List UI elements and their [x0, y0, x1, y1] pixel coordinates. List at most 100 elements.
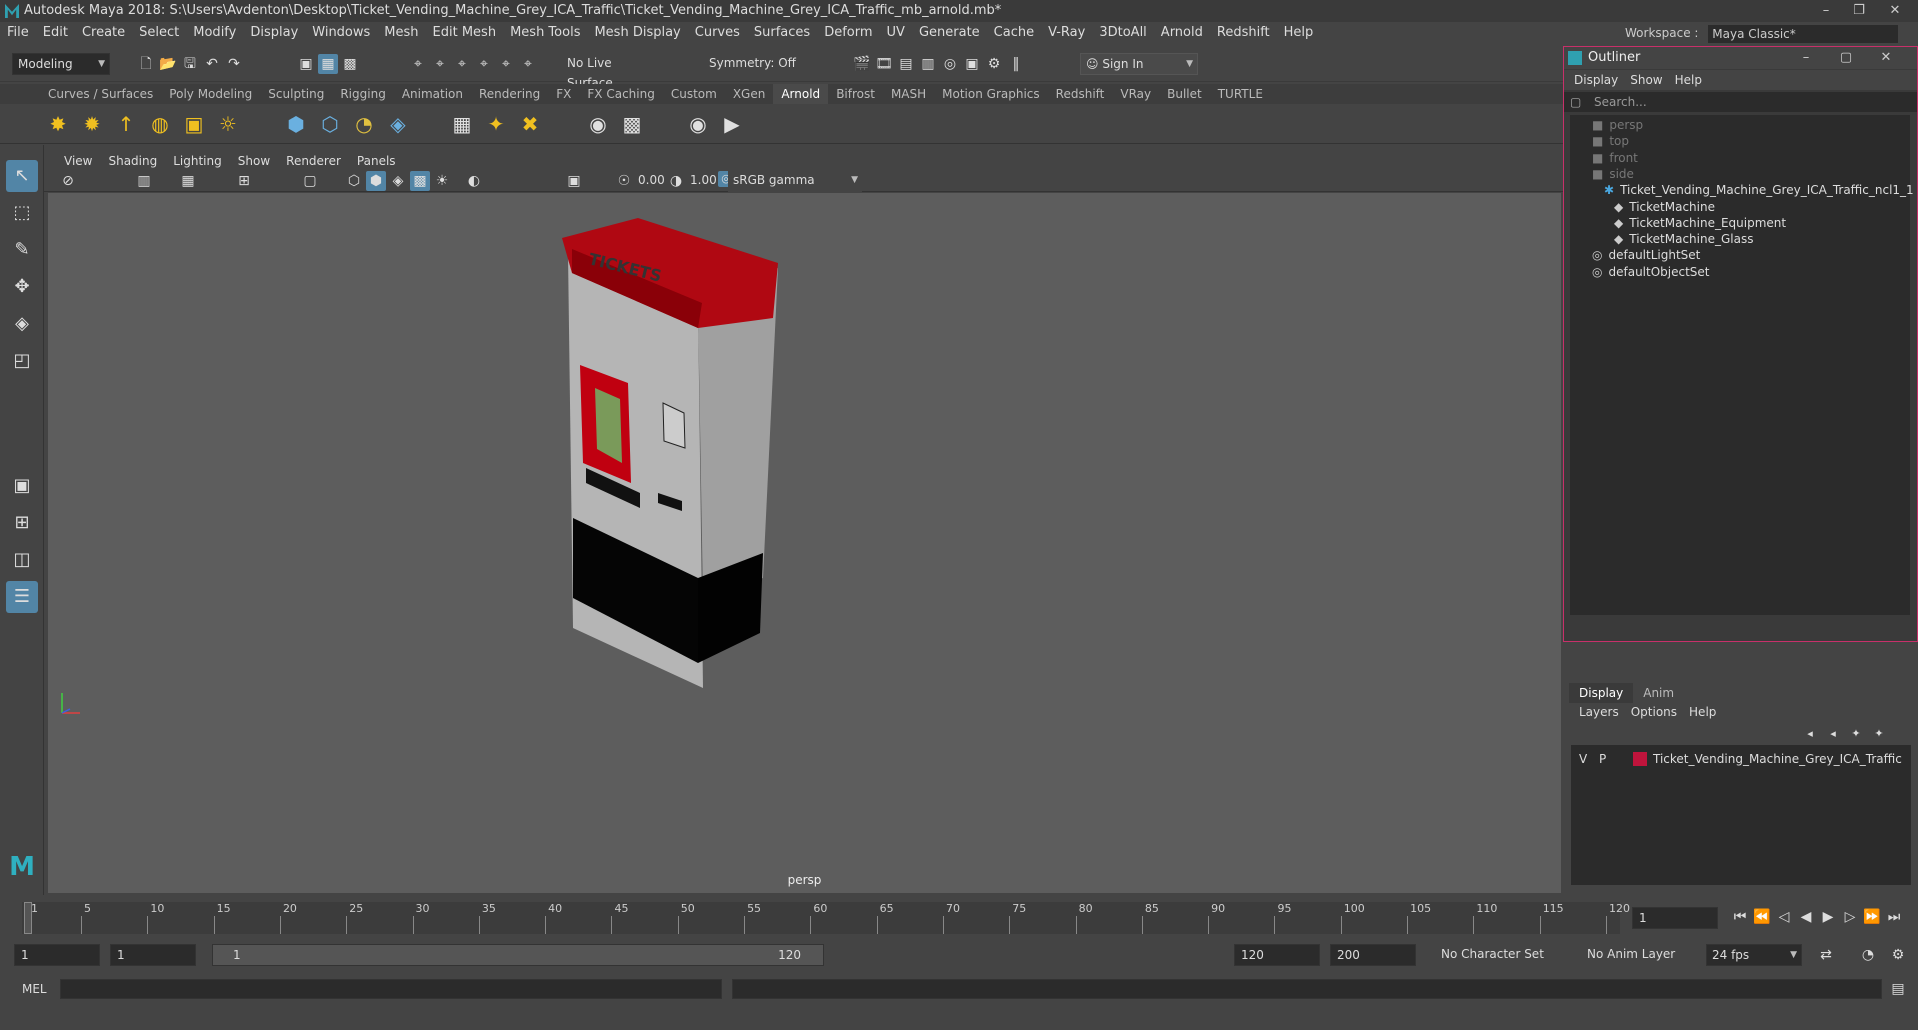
- layer-menu-help[interactable]: Help: [1683, 703, 1722, 721]
- render-frame-icon[interactable]: 🎬: [852, 54, 872, 74]
- panel-menu-shading[interactable]: Shading: [100, 152, 165, 170]
- pause-icon[interactable]: ‖: [1006, 54, 1026, 74]
- render-sequence-icon[interactable]: 🎞: [874, 54, 894, 74]
- shelf-tab-bullet[interactable]: Bullet: [1159, 84, 1210, 104]
- layer-tab-display[interactable]: Display: [1569, 683, 1634, 703]
- viewport-persp[interactable]: TICKETS persp: [48, 193, 1561, 893]
- shelf-tab-custom[interactable]: Custom: [663, 84, 725, 104]
- layer-menu-layers[interactable]: Layers: [1573, 703, 1625, 721]
- area-light-icon[interactable]: ✸: [44, 110, 72, 138]
- menu-deform[interactable]: Deform: [817, 22, 879, 44]
- menu-surfaces[interactable]: Surfaces: [747, 22, 817, 44]
- minimize-icon[interactable]: –: [1786, 47, 1826, 69]
- shelf-tab-vray[interactable]: VRay: [1112, 84, 1159, 104]
- menu-redshift[interactable]: Redshift: [1210, 22, 1277, 44]
- color-space-dropdown[interactable]: sRGB gamma ▼: [728, 170, 862, 192]
- mode-dropdown[interactable]: Modeling ▼: [12, 53, 110, 75]
- volume-icon[interactable]: ◈: [384, 110, 412, 138]
- command-input[interactable]: [60, 979, 722, 999]
- script-language-toggle[interactable]: MEL: [22, 982, 47, 996]
- menu-curves[interactable]: Curves: [688, 22, 747, 44]
- two-view-icon[interactable]: ◫: [6, 544, 38, 576]
- shadows-icon[interactable]: ◐: [464, 171, 484, 191]
- step-back-frame-icon[interactable]: ◁: [1774, 907, 1794, 927]
- camera-bookmark-icon[interactable]: ▥: [134, 171, 154, 191]
- exposure-field[interactable]: 0.00: [638, 173, 665, 187]
- step-forward-key-icon[interactable]: ⏩: [1862, 907, 1882, 927]
- shelf-tab-redshift[interactable]: Redshift: [1048, 84, 1113, 104]
- select-component-icon[interactable]: ▩: [340, 54, 360, 74]
- hypershade-icon[interactable]: ◎: [940, 54, 960, 74]
- layer-tab-anim[interactable]: Anim: [1633, 683, 1684, 703]
- open-scene-icon[interactable]: 📂: [158, 54, 178, 74]
- live-surface-field[interactable]: No Live Surface: [562, 53, 660, 90]
- shelf-tab-turtle[interactable]: TURTLE: [1210, 84, 1271, 104]
- step-forward-frame-icon[interactable]: ▷: [1840, 907, 1860, 927]
- physical-sky-icon[interactable]: ☼: [214, 110, 242, 138]
- layer-row[interactable]: V P Ticket_Vending_Machine_Grey_ICA_Traf…: [1579, 749, 1909, 769]
- panel-menu-panels[interactable]: Panels: [349, 152, 404, 170]
- shelf-tab-fx-caching[interactable]: FX Caching: [579, 84, 662, 104]
- maximize-icon[interactable]: ▢: [1826, 47, 1866, 69]
- menu-file[interactable]: File: [0, 22, 36, 44]
- shelf-tab-fx[interactable]: FX: [548, 84, 579, 104]
- shelf-tab-arnold[interactable]: Arnold: [773, 84, 829, 104]
- current-frame-marker[interactable]: [24, 902, 32, 934]
- render-view-shelf-icon[interactable]: ◉: [684, 110, 712, 138]
- outliner-list[interactable]: ■ persp ■ top ■ front ■ side ✱ Ticket_Vending_Mac…: [1570, 115, 1914, 615]
- wireframe-icon[interactable]: ⬡: [344, 171, 364, 191]
- current-frame-field[interactable]: 1: [1632, 907, 1718, 929]
- shelf-tab-curves-surfaces[interactable]: Curves / Surfaces: [40, 84, 161, 104]
- smooth-shade-icon[interactable]: ⬢: [366, 171, 386, 191]
- layer-name[interactable]: Ticket_Vending_Machine_Grey_ICA_Traffic: [1653, 749, 1902, 769]
- shelf-tab-mash[interactable]: MASH: [883, 84, 934, 104]
- outliner-search-input[interactable]: ▢ Search...: [1564, 92, 1917, 112]
- menu-select[interactable]: Select: [132, 22, 186, 44]
- outliner-menu-help[interactable]: Help: [1669, 70, 1708, 90]
- menu-3dtoall[interactable]: 3DtoAll: [1092, 22, 1153, 44]
- step-back-key-icon[interactable]: ⏪: [1752, 907, 1772, 927]
- save-scene-icon[interactable]: 🖫: [180, 54, 200, 74]
- shelf-tab-bifrost[interactable]: Bifrost: [828, 84, 883, 104]
- move-layer-down-icon[interactable]: ◂: [1823, 724, 1843, 744]
- photometric-light-icon[interactable]: ↑: [112, 110, 140, 138]
- exposure-icon[interactable]: ☉: [614, 171, 634, 191]
- textured-icon[interactable]: ▩: [410, 171, 430, 191]
- menu-mesh-display[interactable]: Mesh Display: [587, 22, 687, 44]
- menu-create[interactable]: Create: [75, 22, 132, 44]
- panel-menu-show[interactable]: Show: [230, 152, 278, 170]
- panel-menu-renderer[interactable]: Renderer: [278, 152, 349, 170]
- outliner-menu-show[interactable]: Show: [1624, 70, 1668, 90]
- play-backwards-icon[interactable]: ◀: [1796, 907, 1816, 927]
- fps-dropdown[interactable]: 24 fps ▼: [1706, 944, 1802, 966]
- end-time-field[interactable]: 200: [1330, 944, 1416, 966]
- menu-mesh[interactable]: Mesh: [377, 22, 425, 44]
- menu-mesh-tools[interactable]: Mesh Tools: [503, 22, 587, 44]
- four-view-icon[interactable]: ⊞: [6, 507, 38, 539]
- outliner-menu-display[interactable]: Display: [1568, 70, 1624, 90]
- shelf-tab-animation[interactable]: Animation: [394, 84, 471, 104]
- layer-menu-options[interactable]: Options: [1625, 703, 1683, 721]
- mesh-light-icon[interactable]: ✹: [78, 110, 106, 138]
- redo-icon[interactable]: ↷: [224, 54, 244, 74]
- layer-playback-toggle[interactable]: P: [1599, 749, 1606, 769]
- snap-point-icon[interactable]: ⌖: [452, 54, 472, 74]
- outliner-layout-icon[interactable]: ☰: [6, 581, 38, 613]
- menu-edit-mesh[interactable]: Edit Mesh: [426, 22, 504, 44]
- new-empty-layer-icon[interactable]: ✦: [1846, 724, 1866, 744]
- play-forwards-icon[interactable]: ▶: [1818, 907, 1838, 927]
- range-bar[interactable]: 1 120: [212, 944, 824, 966]
- script-editor-icon[interactable]: ▤: [1888, 979, 1908, 999]
- menu-edit[interactable]: Edit: [36, 22, 75, 44]
- grid-toggle-icon[interactable]: ⊞: [234, 171, 254, 191]
- menu-v-ray[interactable]: V-Ray: [1041, 22, 1092, 44]
- resolution-gate-icon[interactable]: ▢: [300, 171, 320, 191]
- panel-menu-view[interactable]: View: [56, 152, 100, 170]
- shelf-tab-rendering[interactable]: Rendering: [471, 84, 548, 104]
- shelf-tab-sculpting[interactable]: Sculpting: [260, 84, 332, 104]
- menu-windows[interactable]: Windows: [305, 22, 377, 44]
- license-manager-icon[interactable]: ▩: [618, 110, 646, 138]
- render-settings-icon[interactable]: ▥: [918, 54, 938, 74]
- workspace-dropdown[interactable]: Maya Classic*: [1708, 24, 1899, 43]
- light-manager-icon[interactable]: ◉: [584, 110, 612, 138]
